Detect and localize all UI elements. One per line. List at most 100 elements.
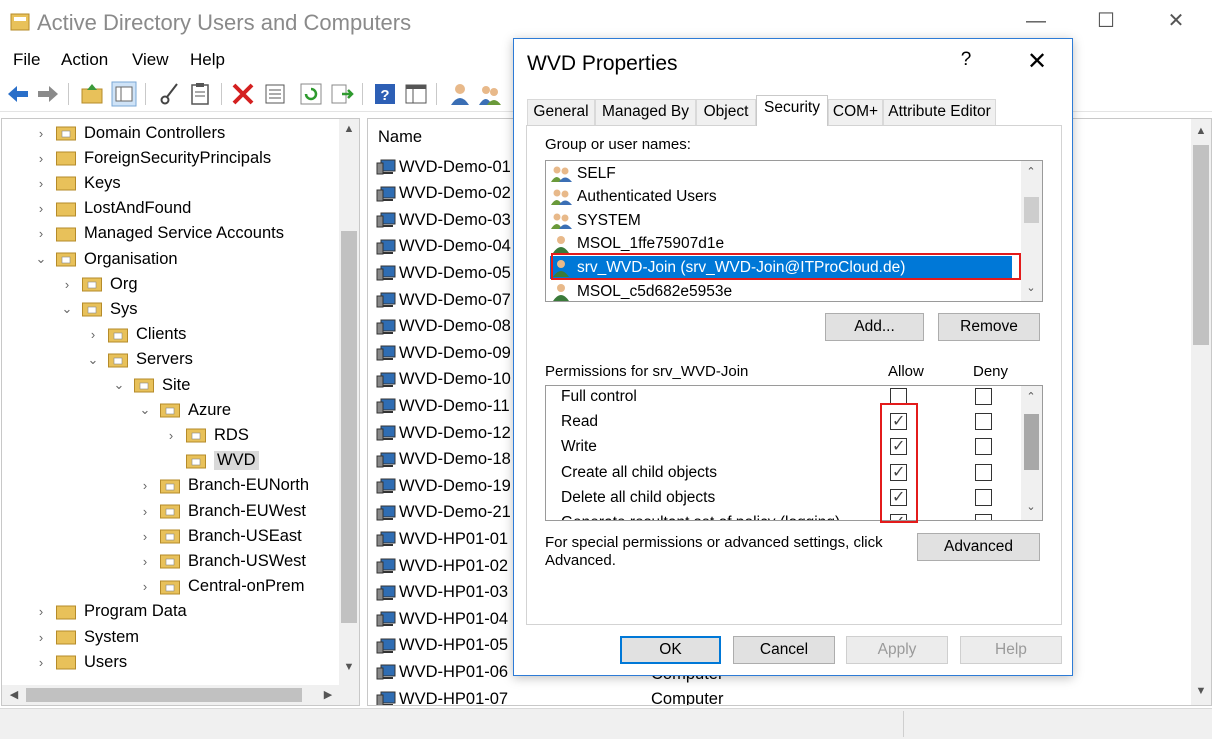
chevron-right-icon[interactable]: › bbox=[60, 277, 74, 292]
permissions-list[interactable]: Full control Read Write Create all child ob… bbox=[545, 385, 1043, 521]
list-item[interactable]: WVD-Demo-10 bbox=[376, 367, 511, 393]
console-icon[interactable] bbox=[403, 81, 429, 107]
tree-pane[interactable]: › Domain Controllers › ForeignSecurityPrinc… bbox=[1, 118, 360, 706]
list-item[interactable]: WVD-HP01-02 bbox=[376, 553, 508, 579]
show-tree-icon[interactable] bbox=[111, 81, 137, 107]
deny-checkbox[interactable] bbox=[975, 463, 992, 481]
chevron-right-icon[interactable]: › bbox=[138, 478, 152, 493]
chevron-down-icon[interactable]: ⌄ bbox=[86, 352, 100, 368]
scroll-right-icon[interactable]: ▶ bbox=[318, 688, 338, 701]
list-item[interactable]: WVD-Demo-01 bbox=[376, 154, 511, 180]
list-vertical-scrollbar[interactable]: ▲ ▼ bbox=[1191, 119, 1211, 705]
advanced-button[interactable]: Advanced bbox=[917, 533, 1040, 561]
ok-button[interactable]: OK bbox=[620, 636, 721, 664]
tree-vertical-scrollbar[interactable]: ▲ ▼ bbox=[339, 119, 359, 705]
chevron-right-icon[interactable]: › bbox=[138, 579, 152, 594]
list-item[interactable]: WVD-Demo-21 bbox=[376, 500, 511, 526]
help-button[interactable]: Help bbox=[960, 636, 1062, 664]
list-item[interactable]: WVD-HP01-05 bbox=[376, 633, 508, 659]
maximize-button[interactable]: ☐ bbox=[1086, 6, 1126, 36]
tree-horizontal-scrollbar[interactable]: ◀ ▶ bbox=[2, 685, 359, 705]
deny-checkbox[interactable] bbox=[975, 488, 992, 506]
chevron-right-icon[interactable]: › bbox=[34, 226, 48, 241]
chevron-right-icon[interactable]: › bbox=[34, 630, 48, 645]
tree-item[interactable]: › Branch-USWest bbox=[138, 549, 306, 573]
list-item[interactable]: WVD-Demo-04 bbox=[376, 234, 511, 260]
list-item[interactable]: WVD-Demo-08 bbox=[376, 314, 511, 340]
scroll-down-icon[interactable]: ▼ bbox=[339, 661, 359, 673]
column-header-name[interactable]: Name bbox=[378, 128, 422, 147]
user-list-item[interactable]: SYSTEM bbox=[550, 209, 641, 232]
tree-item[interactable]: ⌄ Servers bbox=[86, 348, 193, 372]
chevron-right-icon[interactable]: › bbox=[138, 554, 152, 569]
tab-com-plus[interactable]: COM+ bbox=[828, 99, 883, 125]
chevron-right-icon[interactable]: › bbox=[138, 504, 152, 519]
tree-item[interactable]: › Program Data bbox=[34, 600, 187, 624]
chevron-right-icon[interactable]: › bbox=[34, 655, 48, 670]
forward-arrow-icon[interactable] bbox=[35, 81, 61, 107]
menu-help[interactable]: Help bbox=[190, 50, 225, 70]
user-list[interactable]: SELF Authenticated Users SYSTEM MSOL_1ffe75… bbox=[545, 160, 1043, 302]
tab-security[interactable]: Security bbox=[756, 95, 828, 126]
deny-checkbox[interactable] bbox=[975, 514, 992, 520]
cut-icon[interactable] bbox=[157, 81, 183, 107]
tree-item[interactable]: WVD bbox=[164, 449, 259, 473]
user-list-item[interactable]: Authenticated Users bbox=[550, 186, 717, 209]
list-item[interactable]: WVD-Demo-19 bbox=[376, 473, 511, 499]
tree-hscroll-thumb[interactable] bbox=[26, 688, 302, 702]
remove-button[interactable]: Remove bbox=[938, 313, 1040, 341]
help-icon[interactable]: ? bbox=[372, 81, 398, 107]
cancel-button[interactable]: Cancel bbox=[733, 636, 835, 664]
chevron-right-icon[interactable]: › bbox=[164, 428, 178, 443]
tree-item[interactable]: › Branch-USEast bbox=[138, 524, 302, 548]
tree-item[interactable]: › Branch-EUNorth bbox=[138, 474, 309, 498]
list-scroll-thumb[interactable] bbox=[1193, 145, 1209, 345]
chevron-right-icon[interactable]: › bbox=[34, 151, 48, 166]
chevron-down-icon[interactable]: ⌄ bbox=[60, 301, 74, 317]
list-item[interactable]: WVD-Demo-11 bbox=[376, 393, 510, 419]
chevron-right-icon[interactable]: › bbox=[138, 529, 152, 544]
tree-item[interactable]: ⌄ Sys bbox=[60, 297, 138, 321]
tree-item[interactable]: › Central-onPrem bbox=[138, 575, 305, 599]
permissions-scroll-thumb[interactable] bbox=[1024, 414, 1039, 470]
group-icon[interactable] bbox=[477, 81, 503, 107]
deny-checkbox[interactable] bbox=[975, 388, 992, 405]
chevron-right-icon[interactable]: › bbox=[34, 176, 48, 191]
back-arrow-icon[interactable] bbox=[5, 81, 31, 107]
chevron-down-icon[interactable]: ⌄ bbox=[138, 402, 152, 418]
deny-checkbox[interactable] bbox=[975, 413, 992, 431]
clipboard-icon[interactable] bbox=[187, 81, 213, 107]
list-item[interactable]: WVD-HP01-07 bbox=[376, 686, 508, 705]
list-item[interactable]: WVD-Demo-03 bbox=[376, 207, 511, 233]
list-item[interactable]: WVD-HP01-01 bbox=[376, 526, 508, 552]
tree-item[interactable]: › LostAndFound bbox=[34, 197, 192, 221]
context-help-button[interactable]: ? bbox=[954, 49, 978, 71]
list-item[interactable]: WVD-Demo-09 bbox=[376, 340, 511, 366]
user-list-scroll-thumb[interactable] bbox=[1024, 197, 1039, 223]
scroll-down-icon[interactable]: ⌄ bbox=[1021, 500, 1041, 513]
user-icon[interactable] bbox=[447, 81, 473, 107]
properties-icon[interactable] bbox=[262, 81, 288, 107]
scroll-up-icon[interactable]: ▲ bbox=[1191, 125, 1211, 137]
chevron-down-icon[interactable]: ⌄ bbox=[34, 251, 48, 267]
list-item[interactable]: WVD-Demo-12 bbox=[376, 420, 511, 446]
tree-item[interactable]: › Branch-EUWest bbox=[138, 499, 306, 523]
chevron-right-icon[interactable]: › bbox=[34, 604, 48, 619]
tree-item[interactable]: › Org bbox=[60, 272, 138, 296]
tab-attribute-editor[interactable]: Attribute Editor bbox=[883, 99, 996, 125]
chevron-right-icon[interactable]: › bbox=[34, 201, 48, 216]
chevron-right-icon[interactable]: › bbox=[34, 126, 48, 141]
chevron-right-icon[interactable]: › bbox=[86, 327, 100, 342]
tree-scroll-thumb[interactable] bbox=[341, 231, 357, 623]
tree-item[interactable]: › RDS bbox=[164, 423, 249, 447]
tab-object[interactable]: Object bbox=[696, 99, 756, 125]
tree-item[interactable]: › ForeignSecurityPrincipals bbox=[34, 146, 271, 170]
up-folder-icon[interactable] bbox=[79, 81, 105, 107]
tree-item[interactable]: › Users bbox=[34, 650, 127, 674]
minimize-button[interactable]: — bbox=[1016, 6, 1056, 36]
tree-item[interactable]: › Clients bbox=[86, 323, 187, 347]
chevron-down-icon[interactable]: ⌄ bbox=[112, 377, 126, 393]
tree-item[interactable]: ⌄ Organisation bbox=[34, 247, 178, 271]
tree-item[interactable]: › Managed Service Accounts bbox=[34, 222, 284, 246]
list-item[interactable]: WVD-Demo-07 bbox=[376, 287, 511, 313]
